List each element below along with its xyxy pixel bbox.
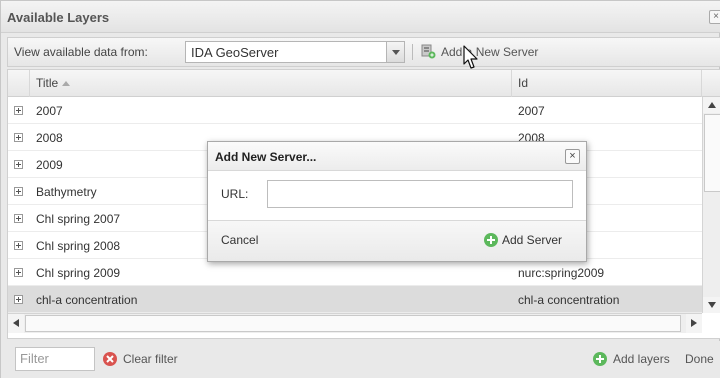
row-title: 2007 [36,104,63,118]
server-add-icon [421,44,436,59]
expand-plus-icon[interactable] [14,295,23,304]
grid-header: Title Id [8,70,720,97]
dialog-header: Add New Server... × [208,142,586,171]
scroll-right-icon[interactable] [686,314,702,333]
expander-column-header [8,70,30,97]
bottom-bar: Filter Clear filter Add layers Done [1,341,720,378]
clear-filter-label: Clear filter [123,352,178,366]
expand-plus-icon[interactable] [14,268,23,277]
row-id: nurc:spring2009 [518,266,605,280]
add-server-dialog: Add New Server... × URL: Cancel Add Serv… [207,141,587,262]
toolbar-separator [412,44,413,60]
dialog-footer: Cancel Add Server [208,220,586,261]
source-combobox[interactable]: IDA GeoServer [185,41,405,63]
cancel-button[interactable]: Cancel [221,233,258,247]
row-title: 2009 [36,158,63,172]
expand-plus-icon[interactable] [14,133,23,142]
clear-icon [103,352,117,366]
add-layers-label: Add layers [613,352,670,366]
row-title: Chl spring 2008 [36,239,121,253]
expand-plus-icon[interactable] [14,241,23,250]
horizontal-scrollbar[interactable] [8,313,702,333]
window-title: Available Layers [7,10,110,25]
dialog-title: Add New Server... [215,150,317,164]
add-server-label: Add Server [502,233,563,247]
id-column-header[interactable]: Id [512,70,702,97]
expand-plus-icon[interactable] [14,160,23,169]
url-input[interactable] [267,180,573,208]
window-close-icon[interactable]: × [709,10,720,24]
mouse-cursor-icon [463,45,478,69]
clear-filter-button[interactable]: Clear filter [102,350,178,368]
chevron-down-icon[interactable] [386,42,404,62]
window-titlebar: Available Layers × [1,1,720,33]
add-icon [593,352,607,366]
dialog-body: URL: [208,172,586,220]
filter-input[interactable]: Filter [15,347,95,371]
source-label: View available data from: [14,45,148,59]
add-layers-button[interactable]: Add layers [592,350,670,368]
scroll-down-icon[interactable] [703,297,720,313]
vertical-scroll-thumb[interactable] [704,114,720,192]
title-column-header[interactable]: Title [30,70,512,97]
id-column-label: Id [518,76,529,90]
source-toolbar: View available data from: IDA GeoServer … [7,37,720,67]
source-combobox-value: IDA GeoServer [191,45,279,60]
scroll-up-icon[interactable] [703,97,720,113]
expand-plus-icon[interactable] [14,187,23,196]
add-server-button[interactable]: Add Server [483,231,562,249]
row-title: chl-a concentration [36,293,138,307]
add-new-server-label: Add a New Server [441,45,539,59]
table-row[interactable]: 2007 2007 [8,97,702,124]
title-column-label: Title [36,76,59,90]
table-row[interactable]: Chl spring 2009 nurc:spring2009 [8,259,702,286]
vertical-scrollbar[interactable] [702,97,720,313]
table-row[interactable]: chl-a concentration chl-a concentration [8,286,702,313]
expand-plus-icon[interactable] [14,106,23,115]
row-title: Chl spring 2007 [36,212,121,226]
expand-plus-icon[interactable] [14,214,23,223]
row-id: chl-a concentration [518,293,620,307]
row-title: Chl spring 2009 [36,266,121,280]
row-title: 2008 [36,131,63,145]
dialog-close-icon[interactable]: × [565,149,580,164]
horizontal-scroll-thumb[interactable] [25,315,681,332]
add-icon [484,233,498,247]
sort-ascending-icon [62,81,71,87]
row-title: Bathymetry [36,185,97,199]
done-button[interactable]: Done [685,350,714,368]
url-label: URL: [221,187,249,201]
scroll-left-icon[interactable] [8,314,24,333]
row-id: 2007 [518,104,545,118]
